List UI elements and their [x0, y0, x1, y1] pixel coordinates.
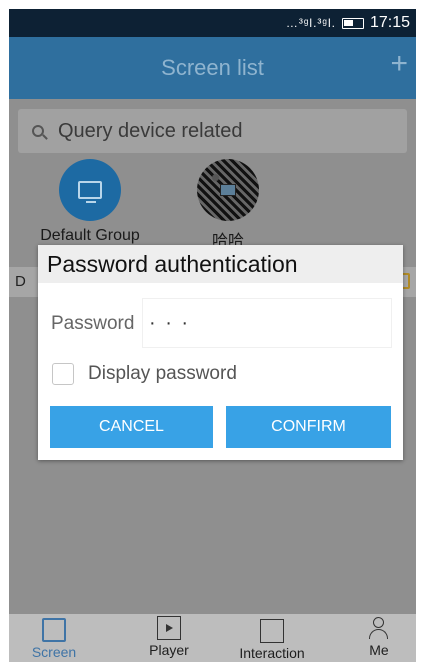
- password-label: Password: [51, 313, 135, 334]
- password-row: Password · · ·: [38, 293, 403, 349]
- tab-label: Screen: [31, 644, 77, 660]
- group-haha[interactable]: 哈哈: [179, 159, 277, 251]
- tab-label: Player: [149, 642, 189, 658]
- battery-icon: [341, 17, 364, 29]
- tab-player[interactable]: Player: [141, 616, 197, 658]
- confirm-button[interactable]: CONFIRM: [226, 406, 391, 448]
- monitor-icon: [42, 618, 66, 642]
- add-button[interactable]: +: [390, 49, 408, 79]
- group-avatar: [197, 159, 259, 221]
- group-label: Default Group: [40, 227, 140, 244]
- app-bar: Screen list +: [9, 37, 416, 99]
- tab-me[interactable]: Me: [359, 616, 399, 658]
- tab-label: Interaction: [239, 645, 305, 661]
- display-password-label: Display password: [88, 363, 237, 384]
- bottom-tab-bar: Screen Player Interaction Me: [9, 614, 416, 662]
- person-icon: [367, 616, 391, 640]
- list-header-text: D: [15, 273, 26, 290]
- password-dialog: Password authentication Password · · · D…: [38, 245, 403, 460]
- cancel-button[interactable]: CANCEL: [50, 406, 213, 448]
- phone-screen: …³ᵍl.³ᵍl. 17:15 Screen list + Query devi…: [9, 9, 416, 662]
- page-title: Screen list: [161, 55, 264, 80]
- interaction-icon: [260, 619, 284, 643]
- group-default[interactable]: Default Group: [25, 159, 155, 245]
- tab-interaction[interactable]: Interaction: [229, 616, 315, 661]
- search-icon: [32, 125, 44, 137]
- group-list: Default Group 哈哈: [9, 159, 416, 250]
- monitor-icon: [78, 181, 102, 203]
- dialog-title: Password authentication: [38, 245, 403, 283]
- password-input[interactable]: · · ·: [142, 298, 392, 348]
- monitor-icon: [220, 184, 236, 196]
- display-password-checkbox[interactable]: [52, 363, 74, 385]
- status-time: 17:15: [369, 14, 410, 31]
- status-bar: …³ᵍl.³ᵍl. 17:15: [9, 9, 416, 37]
- search-bar[interactable]: Query device related: [18, 109, 407, 153]
- player-icon: [157, 616, 181, 640]
- top-strip: [0, 0, 423, 9]
- tab-label: Me: [369, 642, 389, 658]
- display-password-row[interactable]: Display password: [52, 363, 237, 385]
- tab-screen[interactable]: Screen: [27, 616, 81, 660]
- group-avatar: [59, 159, 121, 221]
- search-placeholder: Query device related: [58, 119, 243, 142]
- signal-icon: …³ᵍl.³ᵍl.: [285, 16, 336, 30]
